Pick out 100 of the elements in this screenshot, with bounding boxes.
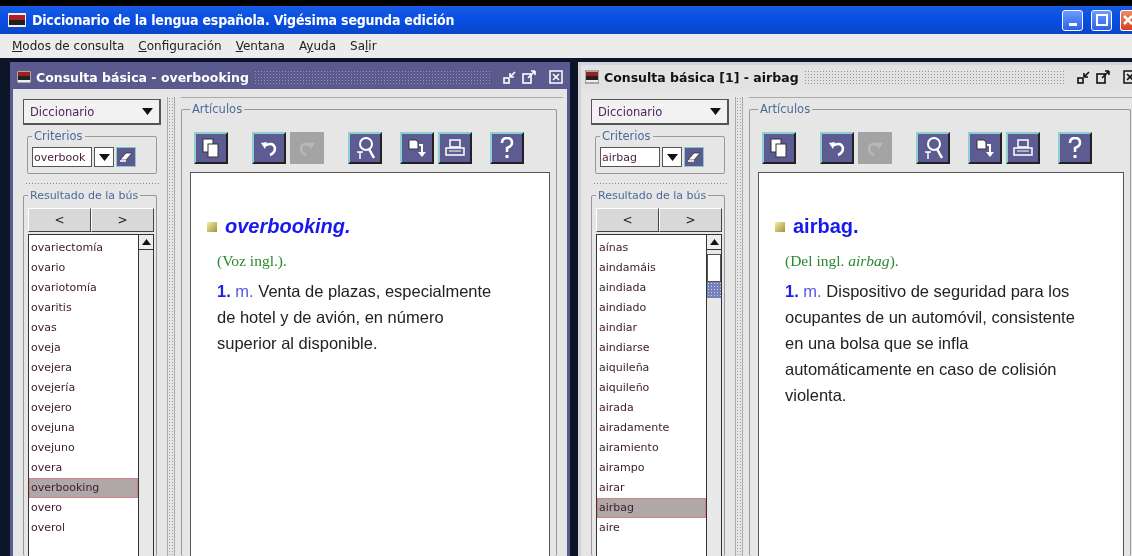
headword: overbooking. xyxy=(225,215,351,238)
window-title: Diccionario de la lengua española. Vigésima segunda edición xyxy=(32,12,456,28)
result-item[interactable]: ovario xyxy=(29,258,138,278)
minimize-icon xyxy=(1068,22,1077,26)
result-item[interactable]: airampo xyxy=(597,458,706,478)
dropdown-button[interactable] xyxy=(662,147,682,167)
printer-icon xyxy=(1013,139,1033,157)
source-dropdown[interactable]: Diccionario xyxy=(591,99,729,125)
result-item[interactable]: ovejero xyxy=(29,398,138,418)
dropdown-button[interactable] xyxy=(94,147,114,167)
group-label: Resultado de la bús xyxy=(29,190,140,202)
source-dropdown[interactable]: Diccionario xyxy=(23,99,161,125)
maximize-icon xyxy=(1095,14,1108,26)
toolbar-button[interactable] xyxy=(348,132,382,164)
result-item[interactable]: airar xyxy=(597,478,706,498)
toolbar-button[interactable] xyxy=(916,132,950,164)
toolbar-button[interactable] xyxy=(1058,132,1092,164)
result-item[interactable]: aindamáis xyxy=(597,258,706,278)
undo-icon xyxy=(827,139,847,157)
printer-icon xyxy=(445,139,465,157)
menu-item[interactable]: Configuración xyxy=(138,39,222,53)
maximize-button[interactable] xyxy=(1091,9,1112,31)
search-field[interactable]: airbag xyxy=(600,147,660,167)
splitter-handle[interactable] xyxy=(735,97,743,556)
minimize-icon[interactable] xyxy=(1077,70,1091,84)
result-item[interactable]: airada xyxy=(597,398,706,418)
clear-button[interactable] xyxy=(684,147,704,167)
app-icon xyxy=(17,70,31,84)
result-item[interactable]: airbag xyxy=(597,498,706,518)
toolbar-button[interactable] xyxy=(194,132,228,164)
document-title: Consulta básica - overbooking xyxy=(36,69,249,85)
nav-button[interactable]: < xyxy=(28,208,91,232)
maximize-icon[interactable] xyxy=(522,70,536,84)
group-label: Artículos xyxy=(191,102,244,116)
toolbar-button[interactable] xyxy=(968,132,1002,164)
clear-button[interactable] xyxy=(116,147,136,167)
bullet-icon xyxy=(775,221,785,232)
result-item[interactable]: aínas xyxy=(597,238,706,258)
result-item[interactable]: ovariectomía xyxy=(29,238,138,258)
maximize-icon[interactable] xyxy=(1096,70,1110,84)
result-item[interactable]: ovejuna xyxy=(29,418,138,438)
result-item[interactable]: airadamente xyxy=(597,418,706,438)
group-label: Criterios xyxy=(33,129,84,143)
scrollbar[interactable] xyxy=(139,234,154,556)
toolbar-button[interactable] xyxy=(1006,132,1040,164)
result-item[interactable]: ovaritis xyxy=(29,298,138,318)
result-item[interactable]: overol xyxy=(29,518,138,538)
undo-icon xyxy=(259,139,279,157)
scrollbar[interactable] xyxy=(707,234,722,556)
group-label: Artículos xyxy=(759,102,812,116)
dropdown-arrow-icon xyxy=(710,108,721,115)
toolbar-button[interactable] xyxy=(438,132,472,164)
minimize-button[interactable] xyxy=(1062,9,1083,31)
magnifier-icon xyxy=(922,136,944,160)
result-item[interactable]: ovas xyxy=(29,318,138,338)
toolbar-button[interactable] xyxy=(820,132,854,164)
etymology: (Del ingl. airbag). xyxy=(785,252,900,270)
menu-item[interactable]: Salir xyxy=(350,39,377,53)
splitter-handle[interactable] xyxy=(167,97,175,556)
toolbar-button[interactable] xyxy=(252,132,286,164)
result-item[interactable]: aiquileña xyxy=(597,358,706,378)
help-icon xyxy=(500,137,514,159)
page-arrow-icon xyxy=(407,138,427,158)
etymology: (Voz ingl.). xyxy=(217,252,288,270)
result-item[interactable]: overo xyxy=(29,498,138,518)
result-item[interactable]: aire xyxy=(597,518,706,538)
result-item[interactable]: aindiada xyxy=(597,278,706,298)
group-label: Criterios xyxy=(601,129,652,143)
eraser-icon xyxy=(687,151,701,163)
result-item[interactable]: aindiar xyxy=(597,318,706,338)
dropdown-arrow-icon xyxy=(666,153,678,161)
menu-item[interactable]: Modos de consulta xyxy=(12,39,125,53)
close-button[interactable] xyxy=(1120,9,1132,31)
search-field[interactable]: overbook xyxy=(32,147,92,167)
scroll-up-icon[interactable] xyxy=(709,239,719,245)
result-item[interactable]: aindiado xyxy=(597,298,706,318)
toolbar-button[interactable] xyxy=(490,132,524,164)
result-item[interactable]: aindiarse xyxy=(597,338,706,358)
close-icon xyxy=(1121,14,1132,26)
app-icon xyxy=(585,70,599,84)
help-icon xyxy=(1068,137,1082,159)
toolbar-button[interactable] xyxy=(400,132,434,164)
result-item[interactable]: ovejuno xyxy=(29,438,138,458)
scroll-up-icon[interactable] xyxy=(141,239,151,245)
menu-item[interactable]: Ventana xyxy=(235,39,285,53)
nav-button[interactable]: > xyxy=(659,208,722,232)
nav-button[interactable]: > xyxy=(91,208,154,232)
result-item[interactable]: overbooking xyxy=(29,478,138,498)
result-item[interactable]: oveja xyxy=(29,338,138,358)
nav-button[interactable]: < xyxy=(596,208,659,232)
result-item[interactable]: ovejería xyxy=(29,378,138,398)
toolbar-button[interactable] xyxy=(762,132,796,164)
minimize-icon[interactable] xyxy=(503,70,517,84)
result-item[interactable]: overa xyxy=(29,458,138,478)
menu-item[interactable]: Ayuda xyxy=(298,39,337,53)
result-item[interactable]: aiquileño xyxy=(597,378,706,398)
result-item[interactable]: ovariotomía xyxy=(29,278,138,298)
result-item[interactable]: ovejera xyxy=(29,358,138,378)
definition: 1. m. Venta de plazas, especialmente de hotel y de avión, en número superior al disponible. xyxy=(217,281,493,354)
result-item[interactable]: airamiento xyxy=(597,438,706,458)
